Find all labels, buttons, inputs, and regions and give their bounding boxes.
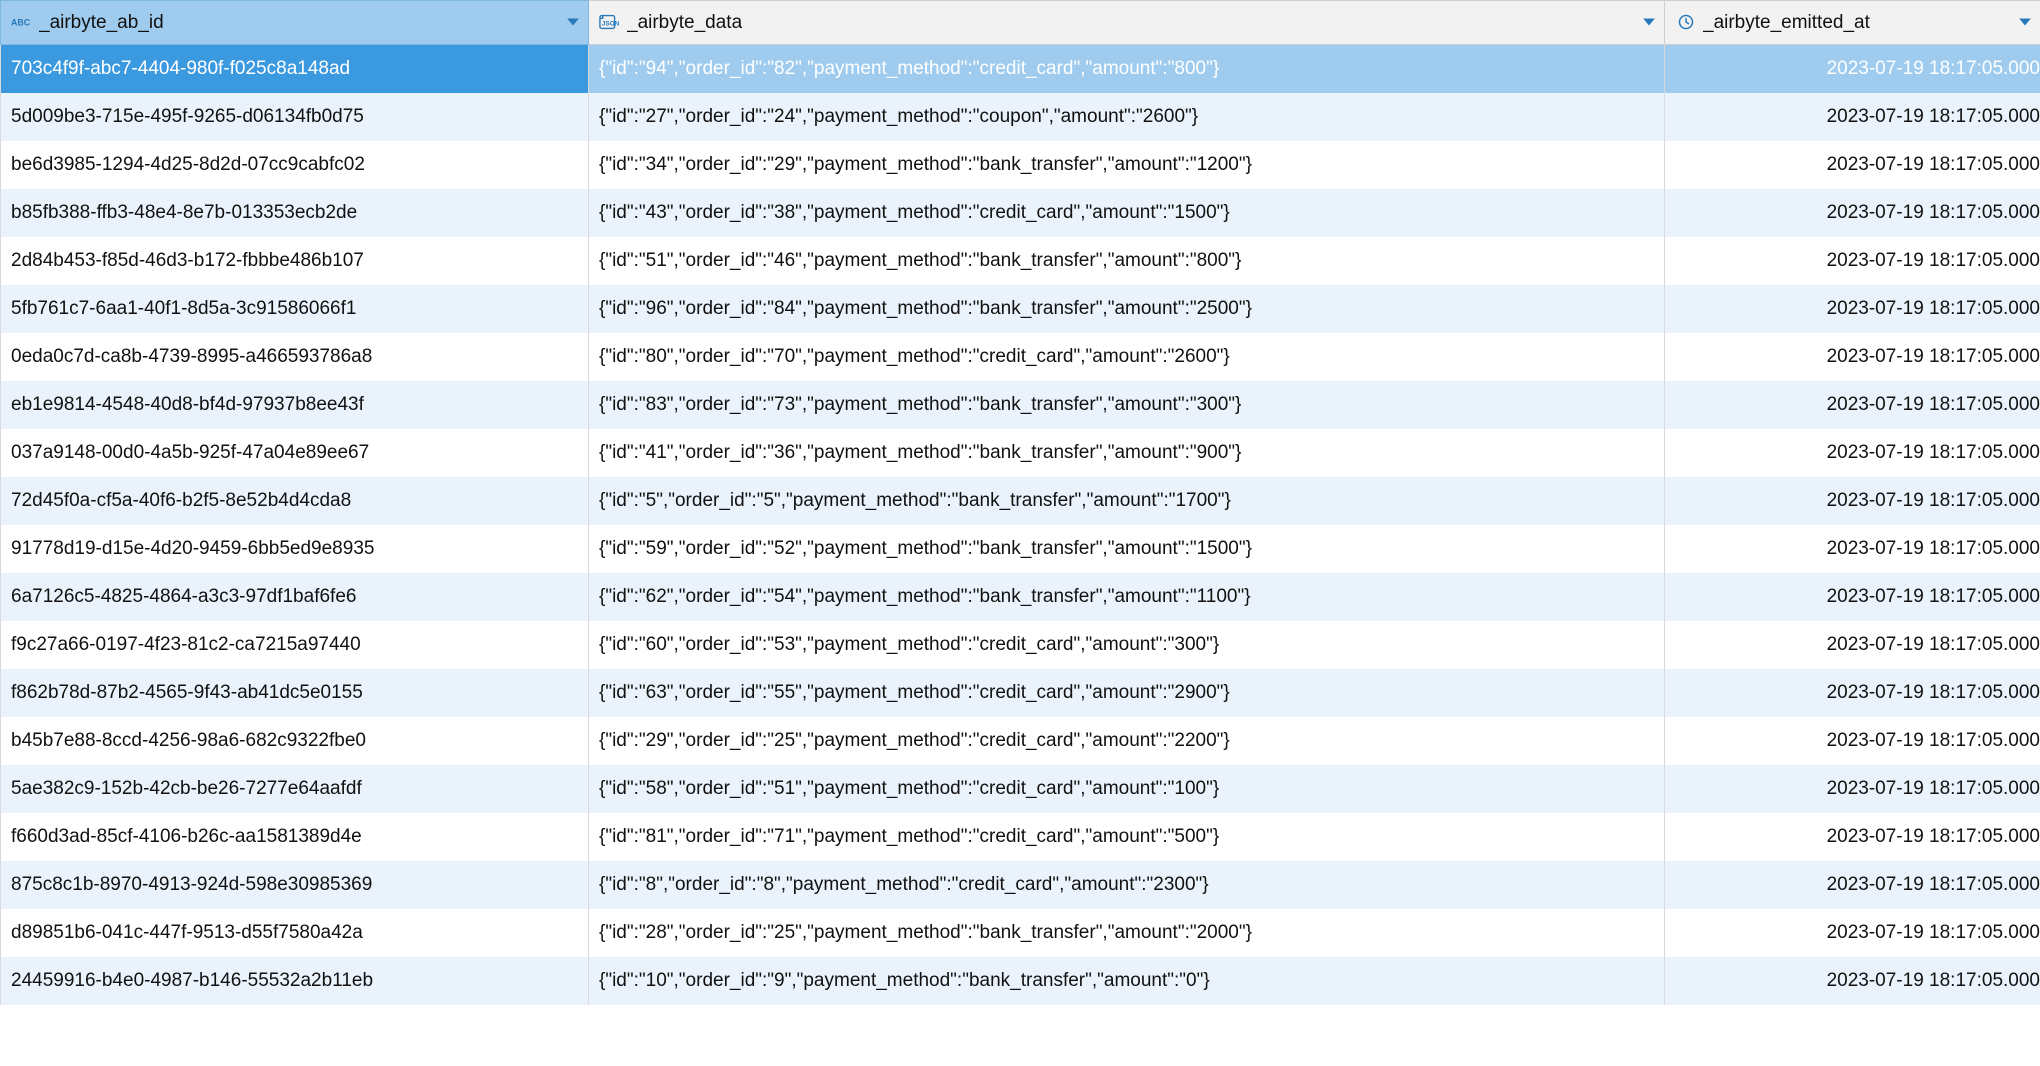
cell-airbyte-data[interactable]: {"id":"27","order_id":"24","payment_meth… (589, 93, 1665, 141)
cell-airbyte-emitted-at[interactable]: 2023-07-19 18:17:05.000 (1665, 765, 2040, 813)
cell-airbyte-data[interactable]: {"id":"58","order_id":"51","payment_meth… (589, 765, 1665, 813)
cell-airbyte-ab-id[interactable]: 5ae382c9-152b-42cb-be26-7277e64aafdf (1, 765, 589, 813)
cell-airbyte-data[interactable]: {"id":"41","order_id":"36","payment_meth… (589, 429, 1665, 477)
cell-airbyte-ab-id[interactable]: 2d84b453-f85d-46d3-b172-fbbbe486b107 (1, 237, 589, 285)
cell-airbyte-emitted-at[interactable]: 2023-07-19 18:17:05.000 (1665, 93, 2040, 141)
cell-airbyte-ab-id[interactable]: 0eda0c7d-ca8b-4739-8995-a466593786a8 (1, 333, 589, 381)
table-row[interactable]: be6d3985-1294-4d25-8d2d-07cc9cabfc02{"id… (1, 141, 2040, 189)
cell-airbyte-emitted-at[interactable]: 2023-07-19 18:17:05.000 (1665, 957, 2040, 1005)
cell-airbyte-data[interactable]: {"id":"60","order_id":"53","payment_meth… (589, 621, 1665, 669)
table-row[interactable]: f862b78d-87b2-4565-9f43-ab41dc5e0155{"id… (1, 669, 2040, 717)
json-type-icon: JSON (599, 12, 621, 34)
cell-airbyte-emitted-at[interactable]: 2023-07-19 18:17:05.000 (1665, 237, 2040, 285)
cell-airbyte-ab-id[interactable]: f660d3ad-85cf-4106-b26c-aa1581389d4e (1, 813, 589, 861)
cell-airbyte-ab-id[interactable]: 72d45f0a-cf5a-40f6-b2f5-8e52b4d4cda8 (1, 477, 589, 525)
table-row[interactable]: 5ae382c9-152b-42cb-be26-7277e64aafdf{"id… (1, 765, 2040, 813)
cell-airbyte-data[interactable]: {"id":"62","order_id":"54","payment_meth… (589, 573, 1665, 621)
cell-airbyte-emitted-at[interactable]: 2023-07-19 18:17:05.000 (1665, 429, 2040, 477)
cell-airbyte-emitted-at[interactable]: 2023-07-19 18:17:05.000 (1665, 717, 2040, 765)
column-header-airbyte-data[interactable]: JSON _airbyte_data (589, 1, 1665, 45)
cell-airbyte-data[interactable]: {"id":"34","order_id":"29","payment_meth… (589, 141, 1665, 189)
header-row: ABC _airbyte_ab_id JSON (1, 1, 2040, 45)
cell-airbyte-ab-id[interactable]: f862b78d-87b2-4565-9f43-ab41dc5e0155 (1, 669, 589, 717)
cell-airbyte-data[interactable]: {"id":"59","order_id":"52","payment_meth… (589, 525, 1665, 573)
cell-airbyte-data[interactable]: {"id":"51","order_id":"46","payment_meth… (589, 237, 1665, 285)
cell-airbyte-ab-id[interactable]: 703c4f9f-abc7-4404-980f-f025c8a148ad (1, 45, 589, 93)
timestamp-type-icon (1675, 12, 1697, 34)
table-row[interactable]: f660d3ad-85cf-4106-b26c-aa1581389d4e{"id… (1, 813, 2040, 861)
cell-airbyte-ab-id[interactable]: 5fb761c7-6aa1-40f1-8d5a-3c91586066f1 (1, 285, 589, 333)
table-row[interactable]: 2d84b453-f85d-46d3-b172-fbbbe486b107{"id… (1, 237, 2040, 285)
column-label: _airbyte_emitted_at (1703, 12, 1870, 34)
cell-airbyte-data[interactable]: {"id":"94","order_id":"82","payment_meth… (589, 45, 1665, 93)
column-label: _airbyte_data (627, 12, 742, 34)
cell-airbyte-emitted-at[interactable]: 2023-07-19 18:17:05.000 (1665, 381, 2040, 429)
table-row[interactable]: 037a9148-00d0-4a5b-925f-47a04e89ee67{"id… (1, 429, 2040, 477)
table-row[interactable]: 5d009be3-715e-495f-9265-d06134fb0d75{"id… (1, 93, 2040, 141)
cell-airbyte-ab-id[interactable]: be6d3985-1294-4d25-8d2d-07cc9cabfc02 (1, 141, 589, 189)
cell-airbyte-ab-id[interactable]: 24459916-b4e0-4987-b146-55532a2b11eb (1, 957, 589, 1005)
table-row[interactable]: 72d45f0a-cf5a-40f6-b2f5-8e52b4d4cda8{"id… (1, 477, 2040, 525)
table-row[interactable]: f9c27a66-0197-4f23-81c2-ca7215a97440{"id… (1, 621, 2040, 669)
cell-airbyte-data[interactable]: {"id":"8","order_id":"8","payment_method… (589, 861, 1665, 909)
table-row[interactable]: 24459916-b4e0-4987-b146-55532a2b11eb{"id… (1, 957, 2040, 1005)
cell-airbyte-ab-id[interactable]: d89851b6-041c-447f-9513-d55f7580a42a (1, 909, 589, 957)
cell-airbyte-ab-id[interactable]: f9c27a66-0197-4f23-81c2-ca7215a97440 (1, 621, 589, 669)
table-row[interactable]: eb1e9814-4548-40d8-bf4d-97937b8ee43f{"id… (1, 381, 2040, 429)
cell-airbyte-data[interactable]: {"id":"43","order_id":"38","payment_meth… (589, 189, 1665, 237)
cell-airbyte-data[interactable]: {"id":"5","order_id":"5","payment_method… (589, 477, 1665, 525)
cell-airbyte-ab-id[interactable]: 875c8c1b-8970-4913-924d-598e30985369 (1, 861, 589, 909)
column-header-airbyte-emitted-at[interactable]: _airbyte_emitted_at (1665, 1, 2040, 45)
table-row[interactable]: 0eda0c7d-ca8b-4739-8995-a466593786a8{"id… (1, 333, 2040, 381)
cell-airbyte-data[interactable]: {"id":"10","order_id":"9","payment_metho… (589, 957, 1665, 1005)
cell-airbyte-emitted-at[interactable]: 2023-07-19 18:17:05.000 (1665, 813, 2040, 861)
svg-text:ABC: ABC (11, 18, 31, 28)
cell-airbyte-ab-id[interactable]: 037a9148-00d0-4a5b-925f-47a04e89ee67 (1, 429, 589, 477)
cell-airbyte-emitted-at[interactable]: 2023-07-19 18:17:05.000 (1665, 861, 2040, 909)
cell-airbyte-ab-id[interactable]: 6a7126c5-4825-4864-a3c3-97df1baf6fe6 (1, 573, 589, 621)
cell-airbyte-data[interactable]: {"id":"80","order_id":"70","payment_meth… (589, 333, 1665, 381)
column-menu-button[interactable] (2018, 12, 2032, 34)
column-menu-button[interactable] (566, 12, 580, 34)
cell-airbyte-data[interactable]: {"id":"28","order_id":"25","payment_meth… (589, 909, 1665, 957)
cell-airbyte-emitted-at[interactable]: 2023-07-19 18:17:05.000 (1665, 45, 2040, 93)
cell-airbyte-data[interactable]: {"id":"83","order_id":"73","payment_meth… (589, 381, 1665, 429)
cell-airbyte-data[interactable]: {"id":"96","order_id":"84","payment_meth… (589, 285, 1665, 333)
column-menu-button[interactable] (1642, 12, 1656, 34)
table-row[interactable]: 91778d19-d15e-4d20-9459-6bb5ed9e8935{"id… (1, 525, 2040, 573)
text-type-icon: ABC (11, 12, 33, 34)
cell-airbyte-ab-id[interactable]: b45b7e88-8ccd-4256-98a6-682c9322fbe0 (1, 717, 589, 765)
table-body: 703c4f9f-abc7-4404-980f-f025c8a148ad{"id… (1, 45, 2040, 1005)
cell-airbyte-emitted-at[interactable]: 2023-07-19 18:17:05.000 (1665, 621, 2040, 669)
table-row[interactable]: 6a7126c5-4825-4864-a3c3-97df1baf6fe6{"id… (1, 573, 2040, 621)
cell-airbyte-emitted-at[interactable]: 2023-07-19 18:17:05.000 (1665, 333, 2040, 381)
cell-airbyte-data[interactable]: {"id":"63","order_id":"55","payment_meth… (589, 669, 1665, 717)
cell-airbyte-emitted-at[interactable]: 2023-07-19 18:17:05.000 (1665, 909, 2040, 957)
table-row[interactable]: b85fb388-ffb3-48e4-8e7b-013353ecb2de{"id… (1, 189, 2040, 237)
table-row[interactable]: 5fb761c7-6aa1-40f1-8d5a-3c91586066f1{"id… (1, 285, 2040, 333)
svg-text:JSON: JSON (602, 21, 620, 28)
table-row[interactable]: b45b7e88-8ccd-4256-98a6-682c9322fbe0{"id… (1, 717, 2040, 765)
cell-airbyte-ab-id[interactable]: eb1e9814-4548-40d8-bf4d-97937b8ee43f (1, 381, 589, 429)
cell-airbyte-emitted-at[interactable]: 2023-07-19 18:17:05.000 (1665, 525, 2040, 573)
table-row[interactable]: d89851b6-041c-447f-9513-d55f7580a42a{"id… (1, 909, 2040, 957)
table-row[interactable]: 875c8c1b-8970-4913-924d-598e30985369{"id… (1, 861, 2040, 909)
cell-airbyte-data[interactable]: {"id":"29","order_id":"25","payment_meth… (589, 717, 1665, 765)
cell-airbyte-emitted-at[interactable]: 2023-07-19 18:17:05.000 (1665, 141, 2040, 189)
cell-airbyte-emitted-at[interactable]: 2023-07-19 18:17:05.000 (1665, 477, 2040, 525)
cell-airbyte-emitted-at[interactable]: 2023-07-19 18:17:05.000 (1665, 285, 2040, 333)
data-grid[interactable]: ABC _airbyte_ab_id JSON (0, 0, 2040, 1005)
table-row[interactable]: 703c4f9f-abc7-4404-980f-f025c8a148ad{"id… (1, 45, 2040, 93)
cell-airbyte-emitted-at[interactable]: 2023-07-19 18:17:05.000 (1665, 189, 2040, 237)
cell-airbyte-ab-id[interactable]: 5d009be3-715e-495f-9265-d06134fb0d75 (1, 93, 589, 141)
cell-airbyte-ab-id[interactable]: b85fb388-ffb3-48e4-8e7b-013353ecb2de (1, 189, 589, 237)
cell-airbyte-data[interactable]: {"id":"81","order_id":"71","payment_meth… (589, 813, 1665, 861)
column-label: _airbyte_ab_id (39, 12, 164, 34)
column-header-airbyte-ab-id[interactable]: ABC _airbyte_ab_id (1, 1, 589, 45)
cell-airbyte-emitted-at[interactable]: 2023-07-19 18:17:05.000 (1665, 573, 2040, 621)
cell-airbyte-ab-id[interactable]: 91778d19-d15e-4d20-9459-6bb5ed9e8935 (1, 525, 589, 573)
cell-airbyte-emitted-at[interactable]: 2023-07-19 18:17:05.000 (1665, 669, 2040, 717)
